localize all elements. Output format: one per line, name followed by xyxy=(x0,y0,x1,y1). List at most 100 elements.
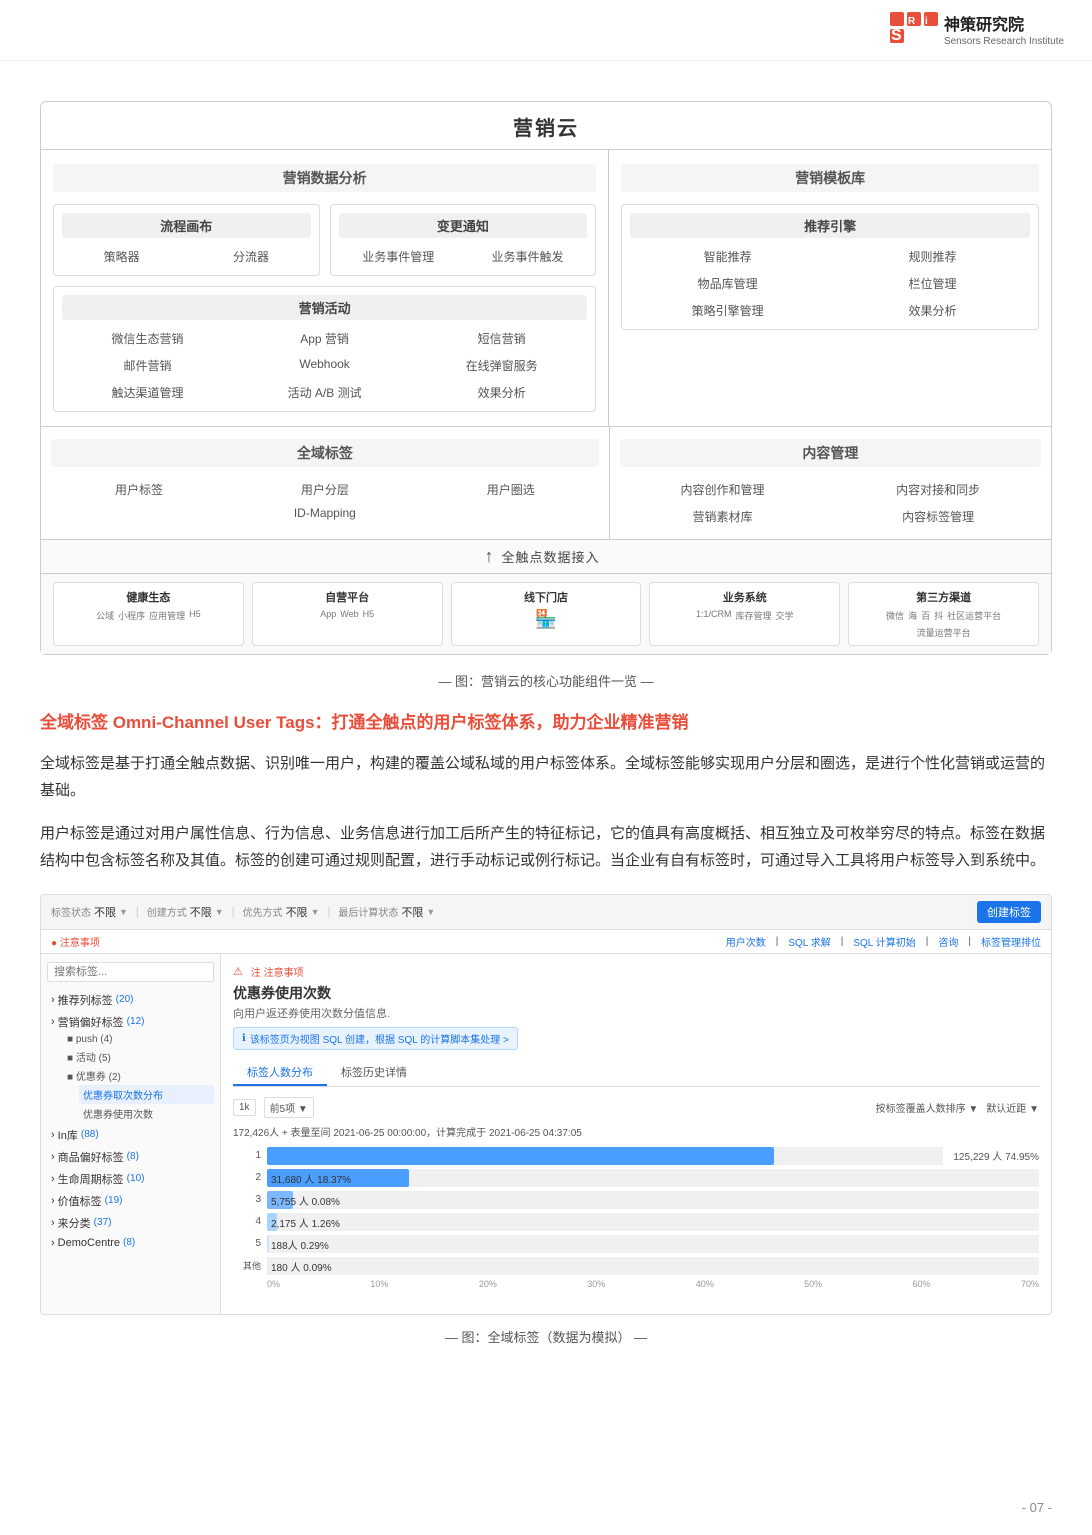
tag-ui: 标签状态 不限 ▼ | 创建方式 不限 ▼ | 优先方式 不限 ▼ | 最后计算… xyxy=(40,894,1052,1315)
top5-dropdown[interactable]: 前5项 ▼ xyxy=(264,1097,314,1118)
caption2: — 图：全域标签（数据为模拟） — xyxy=(40,1327,1052,1346)
chevron-right-icon-5: › xyxy=(51,1195,55,1207)
content-header: ⚠ 注 注意事项 xyxy=(233,964,1039,979)
tab-history[interactable]: 标签历史详情 xyxy=(327,1060,421,1086)
group-value[interactable]: › 价值标签 (19) xyxy=(47,1191,214,1211)
body-text-2: 用户标签是通过对用户属性信息、行为信息、业务信息进行加工后所产生的特征标记，它的… xyxy=(40,820,1052,874)
create-tag-button[interactable]: 创建标签 xyxy=(977,901,1041,923)
flow-items: 策略器 分流器 xyxy=(62,246,311,267)
logo-en: Sensors Research Institute xyxy=(944,36,1064,48)
sub-coupon[interactable]: ■ 优惠券 (2) xyxy=(63,1066,214,1085)
group-in-library[interactable]: › In库 (88) xyxy=(47,1125,214,1145)
page-header: S R i 神策研究院 Sensors Research Institute xyxy=(0,0,1092,61)
bar-value-4: 2,175 人 1.26% xyxy=(271,1215,340,1230)
sort-dropdown[interactable]: 按标签覆盖人数排序 ▼ xyxy=(876,1100,979,1115)
chevron-down-icon-5: › xyxy=(51,1016,55,1028)
touchpoints-inner: 健康生态 公域 小程序 应用管理 H5 自营平台 App Web H5 xyxy=(53,582,1039,646)
bar-value-2: 31,680 人 18.37% xyxy=(271,1171,351,1186)
caption1: — 图：营销云的核心功能组件一览 — xyxy=(40,671,1052,690)
bar-label-1: 125,229 人 74.95% xyxy=(953,1148,1039,1163)
svg-text:R: R xyxy=(908,16,916,27)
sub-activity[interactable]: ■ 活动 (5) xyxy=(63,1047,214,1066)
right-section-title: 营销模板库 xyxy=(621,164,1039,192)
touchpoint-self-platform: 自营平台 App Web H5 xyxy=(252,582,443,646)
group-recommended[interactable]: › 推荐列标签 (20) xyxy=(47,990,214,1010)
logo-cn: 神策研究院 xyxy=(944,16,1064,35)
group-lifecycle[interactable]: › 生命周期标签 (10) xyxy=(47,1169,214,1189)
logo: S R i 神策研究院 Sensors Research Institute xyxy=(890,12,1064,52)
chevron-down-icon-4: ▼ xyxy=(426,907,435,917)
marketing-cloud-diagram: 营销云 营销数据分析 流程画布 策略器 分流器 变更通知 xyxy=(40,101,1052,655)
warning-text: 注 注意事项 xyxy=(251,964,304,979)
marketing-analysis-section: 营销数据分析 流程画布 策略器 分流器 变更通知 业务事件管理 xyxy=(41,150,608,426)
bar-row-2: 2 31,680 人 18.37% xyxy=(233,1169,1039,1187)
default-dropdown[interactable]: 默认近距 ▼ xyxy=(986,1100,1039,1115)
tag-content: ⚠ 注 注意事项 优惠券使用次数 向用户返还券使用次数分值信息. ℹ 该标签页为… xyxy=(221,954,1051,1314)
link-sql-solve[interactable]: SQL 求解 xyxy=(788,934,830,949)
left-section-title: 营销数据分析 xyxy=(53,164,596,192)
sri-logo-icon: S R i xyxy=(890,12,938,52)
bar-value-5: 188人 0.29% xyxy=(271,1237,329,1252)
filter-create-method[interactable]: 创建方式 不限 ▼ xyxy=(147,904,224,920)
main-content: 营销云 营销数据分析 流程画布 策略器 分流器 变更通知 xyxy=(0,61,1092,1406)
id-mapping: ID-Mapping xyxy=(51,506,599,520)
touchpoint-biz-system: 业务系统 1:1/CRM 库存管理 交学 xyxy=(649,582,840,646)
chevron-right-icon-7: › xyxy=(51,1237,55,1249)
flow-item-1: 策略器 xyxy=(62,246,181,267)
change-notice-title: 变更通知 xyxy=(339,213,588,238)
sql-notice[interactable]: ℹ 该标签页为视图 SQL 创建，根据 SQL 的计算脚本集处理 > xyxy=(233,1027,518,1050)
bar-row-1: 1 125,229 人 74.95% xyxy=(233,1147,1039,1165)
group-democentre[interactable]: › DemoCentre (8) xyxy=(47,1235,214,1251)
sub-coupon-dist[interactable]: 优惠券取次数分布 xyxy=(79,1085,214,1104)
tag-ui-body: › 推荐列标签 (20) › 营销偏好标签 (12) ■ push (4) ■ … xyxy=(41,954,1051,1314)
recommendation-title: 推荐引擎 xyxy=(630,213,1030,238)
tag-tabs: 标签人数分布 标签历史详情 xyxy=(233,1060,1039,1087)
arrow-up-icon: ↑ xyxy=(484,546,493,567)
sub-toolbar: ● 注意事项 用户次数 | SQL 求解 | SQL 计算初始 | 咨询 | 标… xyxy=(41,930,1051,954)
change-items: 业务事件管理 业务事件触发 xyxy=(339,246,588,267)
filter-tag-status[interactable]: 标签状态 不限 ▼ xyxy=(51,904,128,920)
bar-fill-5 xyxy=(267,1235,269,1253)
diagram-title-bar: 营销云 xyxy=(41,102,1051,149)
recommendation-items: 智能推荐 规则推荐 物品库管理 栏位管理 策略引擎管理 效果分析 xyxy=(630,246,1030,321)
chevron-down-icon: ▼ xyxy=(119,907,128,917)
sub-coupon-use[interactable]: 优惠券使用次数 xyxy=(79,1104,214,1123)
group-product-pref[interactable]: › 商品偏好标签 (8) xyxy=(47,1147,214,1167)
content-mgmt-title: 内容管理 xyxy=(620,439,1041,467)
filter-calc-status[interactable]: 最后计算状态 不限 ▼ xyxy=(338,904,435,920)
sub-push[interactable]: ■ push (4) xyxy=(63,1032,214,1047)
arrow-label: 全触点数据接入 xyxy=(501,547,599,566)
bar-row-3: 3 5,755 人 0.08% xyxy=(233,1191,1039,1209)
link-user-times[interactable]: 用户次数 xyxy=(726,934,766,949)
tag-toolbar: 标签状态 不限 ▼ | 创建方式 不限 ▼ | 优先方式 不限 ▼ | 最后计算… xyxy=(41,895,1051,930)
flow-section-title: 流程画布 xyxy=(62,213,311,238)
link-sql-calc[interactable]: SQL 计算初始 xyxy=(853,934,915,949)
global-tags-section: 全域标签 用户标签 用户分层 用户圈选 ID-Mapping xyxy=(41,427,609,539)
bar-value-other: 180 人 0.09% xyxy=(271,1259,332,1274)
group-marketing-pref[interactable]: › 营销偏好标签 (12) ■ push (4) ■ 活动 (5) ■ 优惠券 … xyxy=(47,1012,214,1123)
chevron-down-icon-2: ▼ xyxy=(215,907,224,917)
group-unclassified[interactable]: › 来分类 (37) xyxy=(47,1213,214,1233)
total-text: 172,426人 + 表量至间 2021-06-25 00:00:00，计算完成… xyxy=(233,1124,1039,1139)
diagram-title: 营销云 xyxy=(513,118,579,140)
bar-value-3: 5,755 人 0.08% xyxy=(271,1193,340,1208)
chevron-right-icon-2: › xyxy=(51,1129,55,1141)
link-consult[interactable]: 咨询 xyxy=(938,934,958,949)
global-tags-title: 全域标签 xyxy=(51,439,599,467)
bar-fill-other xyxy=(267,1257,268,1275)
diagram-second-row: 全域标签 用户标签 用户分层 用户圈选 ID-Mapping 内容管理 xyxy=(41,426,1051,539)
chevron-right-icon-3: › xyxy=(51,1151,55,1163)
svg-text:S: S xyxy=(891,27,902,44)
change-item-2: 业务事件触发 xyxy=(468,246,587,267)
diagram-arrow-row: ↑ 全触点数据接入 xyxy=(41,539,1051,573)
tab-distribution[interactable]: 标签人数分布 xyxy=(233,1060,327,1086)
search-input[interactable] xyxy=(47,962,214,982)
activity-items: 微信生态营销 App 营销 短信营销 邮件营销 Webhook 在线弹窗服务 触… xyxy=(62,328,587,403)
filter-priority[interactable]: 优先方式 不限 ▼ xyxy=(243,904,320,920)
view-1k[interactable]: 1k xyxy=(233,1099,256,1116)
bar-fill-1 xyxy=(267,1147,774,1165)
diagram-top-row: 营销数据分析 流程画布 策略器 分流器 变更通知 业务事件管理 xyxy=(41,149,1051,426)
flow-item-2: 分流器 xyxy=(191,246,310,267)
link-tag-sort[interactable]: 标签管理排位 xyxy=(981,934,1041,949)
svg-text:i: i xyxy=(925,16,928,27)
